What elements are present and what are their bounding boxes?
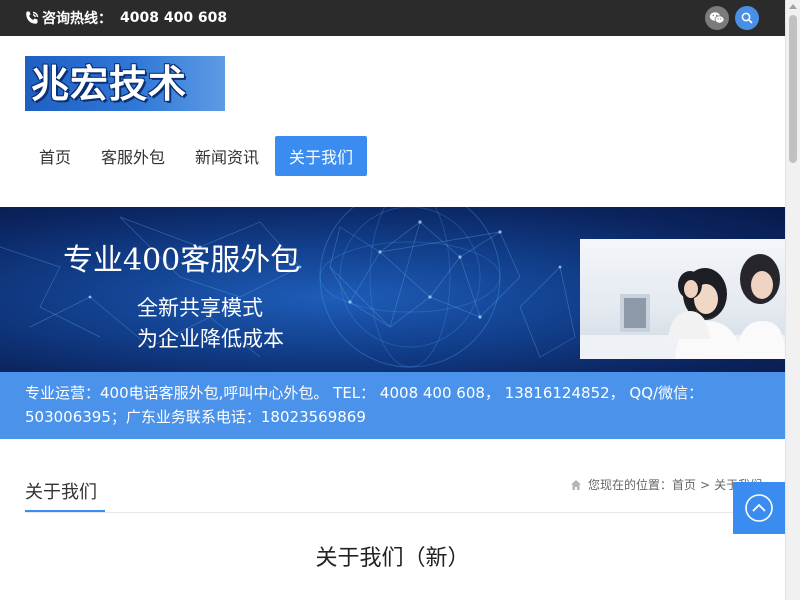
banner-subtitle-2: 为企业降低成本 xyxy=(137,327,284,351)
wechat-icon xyxy=(709,12,725,24)
page-scrollbar[interactable] xyxy=(785,0,800,600)
back-to-top-button[interactable] xyxy=(733,482,785,534)
banner-subtitle-1: 全新共享模式 xyxy=(137,296,263,320)
breadcrumb-separator: > xyxy=(700,477,711,492)
nav-item-news[interactable]: 新闻资讯 xyxy=(181,136,273,176)
contact-info-line-2: 503006395；广东业务联系电话：18023569869 xyxy=(25,408,366,426)
main-nav: 首页 客服外包 新闻资讯 关于我们 xyxy=(25,136,369,176)
contact-info-strip: 专业运营：400电话客服外包,呼叫中心外包。 TEL： 4008 400 608… xyxy=(0,372,785,439)
search-button[interactable] xyxy=(735,6,759,30)
section-title: 关于我们 xyxy=(25,482,97,503)
banner-title: 专业400客服外包 xyxy=(63,243,301,278)
hotline-label: 咨询热线： xyxy=(42,11,112,27)
home-icon xyxy=(571,479,581,490)
contact-info-line-1: 专业运营：400电话客服外包,呼叫中心外包。 TEL： 4008 400 608… xyxy=(25,384,704,402)
arrow-up-icon xyxy=(745,494,773,522)
top-bar: 咨询热线： 4008 400 608 xyxy=(0,0,785,36)
hotline-number[interactable]: 4008 400 608 xyxy=(120,10,227,26)
hotline: 咨询热线： 4008 400 608 xyxy=(24,0,227,36)
scroll-thumb[interactable] xyxy=(789,15,797,163)
section-divider xyxy=(25,512,785,513)
wechat-button[interactable] xyxy=(705,6,729,30)
section-title-underline xyxy=(25,510,105,512)
breadcrumb-prefix: 您现在的位置： xyxy=(588,478,673,492)
logo-text: 兆宏技术 xyxy=(31,61,188,106)
scroll-up-arrow[interactable] xyxy=(789,4,797,9)
site-logo[interactable]: 兆宏技术 xyxy=(25,56,225,111)
phone-icon xyxy=(26,11,39,24)
search-icon xyxy=(741,12,753,24)
hero-banner[interactable]: 专业400客服外包 全新共享模式 为企业降低成本 xyxy=(0,207,785,372)
breadcrumb-home-link[interactable]: 首页 xyxy=(672,476,696,493)
nav-item-about[interactable]: 关于我们 xyxy=(275,136,368,176)
article-title: 关于我们（新） xyxy=(315,546,470,571)
nav-item-outsourcing[interactable]: 客服外包 xyxy=(87,136,179,176)
call-center-photo xyxy=(580,239,785,359)
nav-item-home[interactable]: 首页 xyxy=(25,136,85,176)
